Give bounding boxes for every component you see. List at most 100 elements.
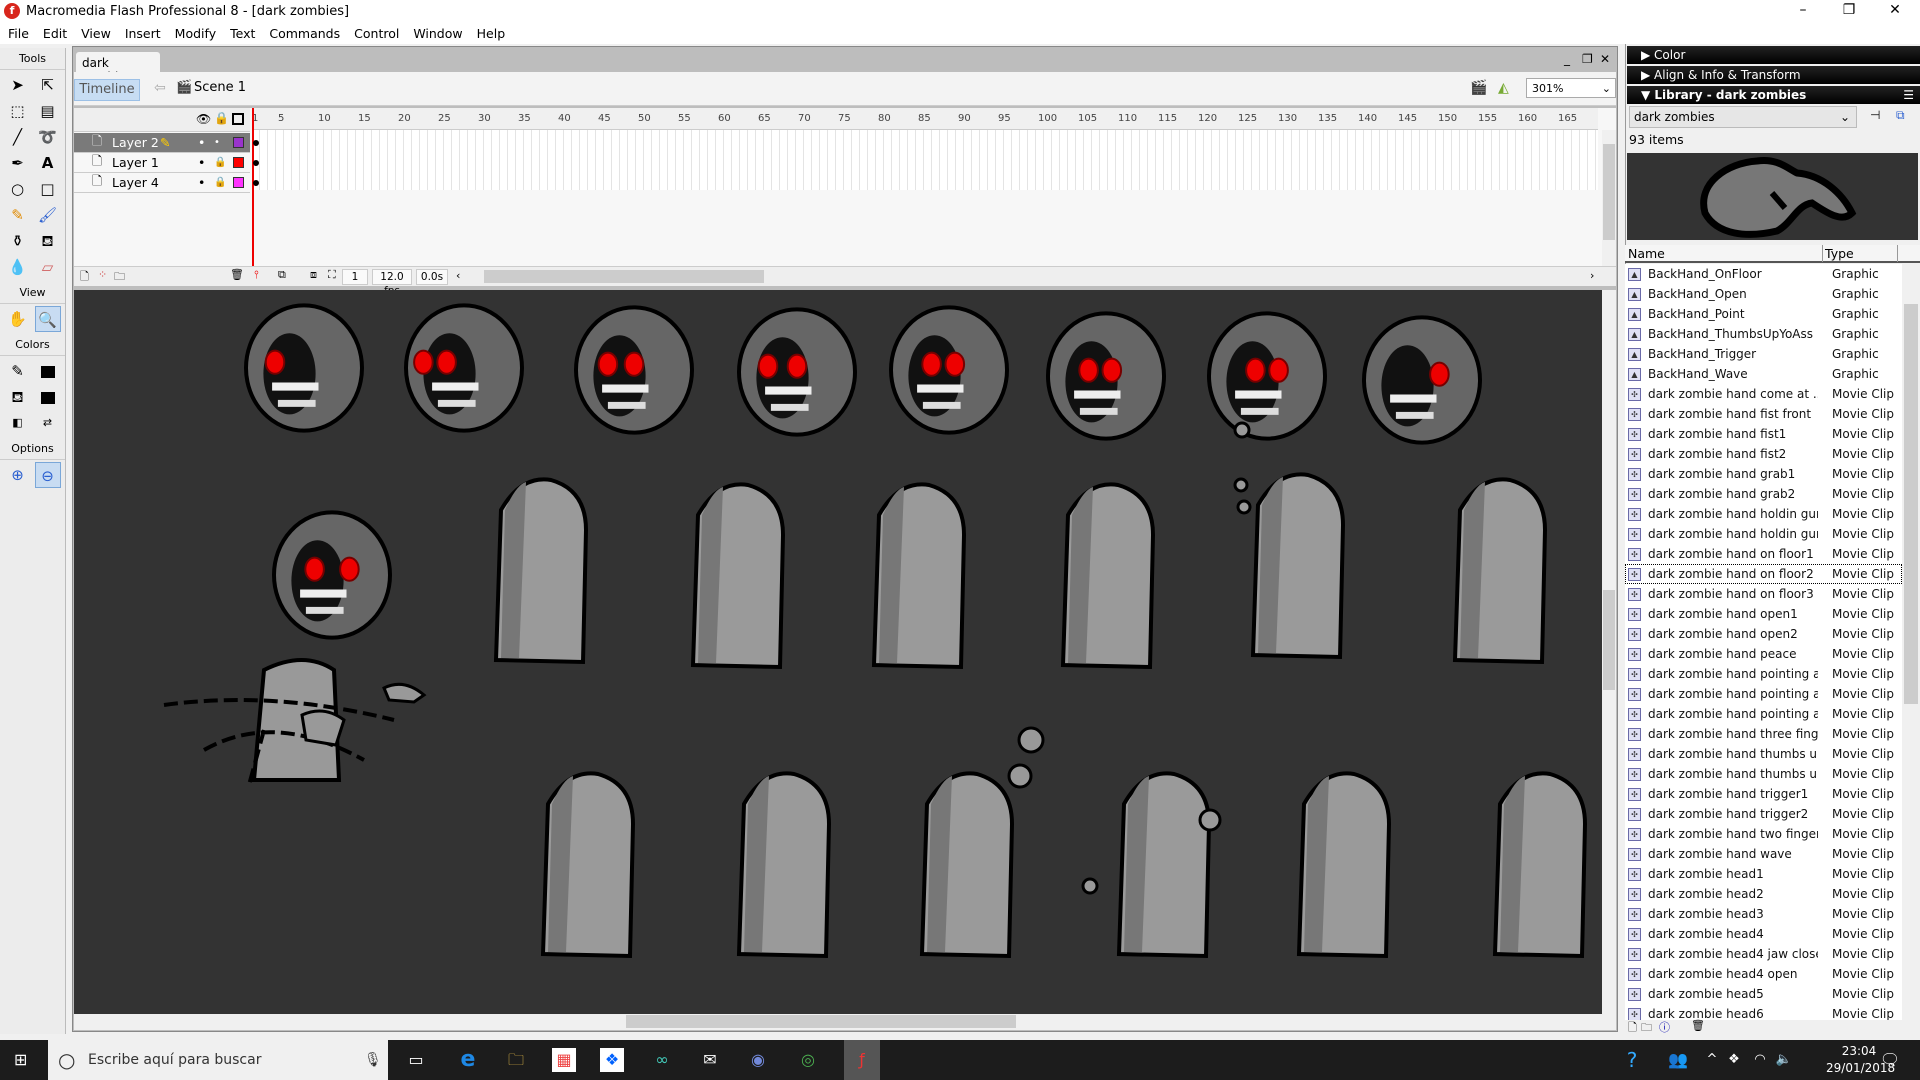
hand-tool-icon[interactable]: ✋	[5, 306, 31, 332]
infinity-app-icon[interactable]: ∞	[650, 1048, 674, 1072]
stage-hscroll[interactable]	[74, 1014, 1616, 1030]
microphone-icon[interactable]: 🎙	[364, 1040, 382, 1080]
stroke-color-swatch[interactable]	[35, 358, 61, 384]
menu-file[interactable]: File	[8, 26, 29, 41]
insert-folder-icon[interactable]: 🗀	[114, 268, 125, 287]
timeline-vscroll[interactable]	[1602, 130, 1616, 266]
menu-help[interactable]: Help	[477, 26, 506, 41]
free-transform-tool-icon[interactable]: ⬚	[5, 98, 31, 124]
visibility-dot[interactable]: •	[198, 155, 205, 170]
edit-scene-icon[interactable]: 🎬	[1470, 80, 1487, 96]
zoom-dropdown[interactable]: 301% ⌄	[1526, 78, 1616, 98]
outline-icon[interactable]	[232, 113, 244, 125]
layer-row[interactable]: 🗋 Layer 2 ✎ • •	[74, 133, 250, 153]
selection-tool-icon[interactable]: ➤	[5, 72, 31, 98]
library-item[interactable]: ✣ dark zombie hand open2 Movie Clip	[1625, 624, 1902, 644]
brush-tool-icon[interactable]: 🖌	[35, 202, 61, 228]
library-item[interactable]: ✣ dark zombie hand trigger2 Movie Clip	[1625, 804, 1902, 824]
swap-colors-icon[interactable]: ⇄	[35, 410, 61, 436]
paint-bucket-tool-icon[interactable]: ⛾	[35, 228, 61, 254]
library-item[interactable]: ✣ dark zombie hand fist1 Movie Clip	[1625, 424, 1902, 444]
library-item[interactable]: ▲ BackHand_Point Graphic	[1625, 304, 1902, 324]
windows-start-icon[interactable]: ⊞	[14, 1050, 27, 1069]
library-item[interactable]: ✣ dark zombie hand thumbs up2 Movie Clip	[1625, 764, 1902, 784]
edit-symbols-icon[interactable]: ◭	[1498, 80, 1509, 96]
library-item[interactable]: ✣ dark zombie hand open1 Movie Clip	[1625, 604, 1902, 624]
library-item[interactable]: ▲ BackHand_Open Graphic	[1625, 284, 1902, 304]
eye-icon[interactable]: 👁	[196, 112, 211, 126]
oval-tool-icon[interactable]: ○	[5, 176, 31, 202]
pencil-tool-icon[interactable]: ✎	[5, 202, 31, 228]
back-arrow-icon[interactable]: ⇦	[154, 80, 166, 96]
pen-tool-icon[interactable]: ✒	[5, 150, 31, 176]
new-symbol-icon[interactable]: 🗋	[1628, 1019, 1637, 1038]
timeline-toggle-button[interactable]: Timeline	[74, 79, 140, 101]
task-view-icon[interactable]: ▭	[404, 1048, 428, 1072]
menu-text[interactable]: Text	[230, 26, 255, 41]
dropbox-icon[interactable]: ❖	[600, 1048, 624, 1072]
menu-view[interactable]: View	[81, 26, 111, 41]
library-item[interactable]: ✣ dark zombie hand holdin gun2 Movie Clip	[1625, 524, 1902, 544]
panel-menu-icon[interactable]: ☰	[1903, 86, 1914, 104]
visibility-dot[interactable]: •	[198, 175, 205, 190]
lasso-tool-icon[interactable]: ➰	[35, 124, 61, 150]
delete-layer-icon[interactable]: 🗑	[230, 268, 244, 281]
keyframe[interactable]	[253, 180, 259, 186]
lock-icon[interactable]: 🔒	[214, 177, 226, 188]
color-panel-header[interactable]: ▶ Color	[1627, 46, 1920, 64]
wifi-icon[interactable]: ◠	[1748, 1048, 1772, 1072]
onion-markers-icon[interactable]: ⛶	[328, 268, 336, 282]
onion-skin-icon[interactable]: ⧉	[278, 268, 286, 282]
menu-window[interactable]: Window	[413, 26, 462, 41]
chrome-icon[interactable]: ◎	[796, 1048, 820, 1072]
keyframe[interactable]	[253, 160, 259, 166]
file-explorer-icon[interactable]: 🗀	[504, 1048, 528, 1072]
menu-insert[interactable]: Insert	[125, 26, 161, 41]
properties-icon[interactable]: ⓘ	[1659, 1019, 1670, 1035]
library-item[interactable]: ✣ dark zombie hand fist2 Movie Clip	[1625, 444, 1902, 464]
fill-color-swatch[interactable]	[35, 384, 61, 410]
zoom-out-icon[interactable]: ⊖	[34, 462, 61, 488]
eyedropper-tool-icon[interactable]: 💧	[5, 254, 31, 280]
library-item[interactable]: ✣ dark zombie hand trigger1 Movie Clip	[1625, 784, 1902, 804]
store-icon[interactable]: ▦	[552, 1048, 576, 1072]
subselection-tool-icon[interactable]: ⇱	[35, 72, 61, 98]
library-item[interactable]: ✣ dark zombie hand holdin gun1 Movie Clip	[1625, 504, 1902, 524]
new-folder-icon[interactable]: 🗀	[1641, 1019, 1652, 1038]
help-icon[interactable]: ?	[1620, 1048, 1644, 1072]
library-item[interactable]: ✣ dark zombie head6 Movie Clip	[1625, 1004, 1902, 1020]
insert-layer-icon[interactable]: 🗋	[80, 268, 89, 287]
align-panel-header[interactable]: ▶ Align & Info & Transform	[1627, 66, 1920, 84]
zoom-in-icon[interactable]: ⊕	[5, 462, 31, 488]
people-icon[interactable]: 👥	[1666, 1048, 1690, 1072]
show-hidden-icons[interactable]: ^	[1700, 1048, 1724, 1072]
flash-taskbar-icon[interactable]: ƒ	[844, 1040, 880, 1080]
library-item[interactable]: ✣ dark zombie hand two finger Movie Clip	[1625, 824, 1902, 844]
document-tab[interactable]: dark zombies	[76, 52, 160, 84]
center-frame-icon[interactable]: ⫯	[254, 268, 259, 282]
close-button[interactable]: ✕	[1872, 0, 1918, 22]
library-item[interactable]: ▲ BackHand_Wave Graphic	[1625, 364, 1902, 384]
scroll-right-icon[interactable]: ›	[1590, 269, 1594, 282]
library-item[interactable]: ✣ dark zombie head4 Movie Clip	[1625, 924, 1902, 944]
library-item[interactable]: ✣ dark zombie head2 Movie Clip	[1625, 884, 1902, 904]
frame-rate[interactable]: 12.0 fps	[372, 269, 412, 297]
library-item[interactable]: ✣ dark zombie head3 Movie Clip	[1625, 904, 1902, 924]
playhead[interactable]	[252, 108, 254, 278]
menu-modify[interactable]: Modify	[175, 26, 216, 41]
layer-outline-color[interactable]	[233, 157, 244, 168]
edit-multiple-frames-icon[interactable]: ⧈	[310, 268, 317, 282]
library-vscroll[interactable]	[1902, 264, 1920, 1020]
menu-control[interactable]: Control	[354, 26, 399, 41]
library-item[interactable]: ✣ dark zombie hand pointing at1 Movie Clip	[1625, 684, 1902, 704]
lock-icon[interactable]: 🔒	[214, 111, 229, 125]
timeline-ruler[interactable]: 1 5 10 15 20 25 30 35 40 45 50 55 60 65 70 75 80 85 90 95 10…	[252, 108, 1598, 130]
doc-restore-button[interactable]: ❐	[1582, 52, 1593, 66]
library-item[interactable]: ✣ dark zombie hand on floor2 Movie Clip	[1625, 564, 1902, 584]
library-item[interactable]: ✣ dark zombie hand peace Movie Clip	[1625, 644, 1902, 664]
restore-button[interactable]: ❐	[1826, 0, 1872, 22]
ink-bottle-tool-icon[interactable]: ⚱	[5, 228, 31, 254]
library-item[interactable]: ✣ dark zombie hand thumbs up1 Movie Clip	[1625, 744, 1902, 764]
library-dropdown[interactable]: dark zombies ⌄	[1629, 106, 1857, 128]
column-type[interactable]: Type	[1825, 246, 1854, 261]
